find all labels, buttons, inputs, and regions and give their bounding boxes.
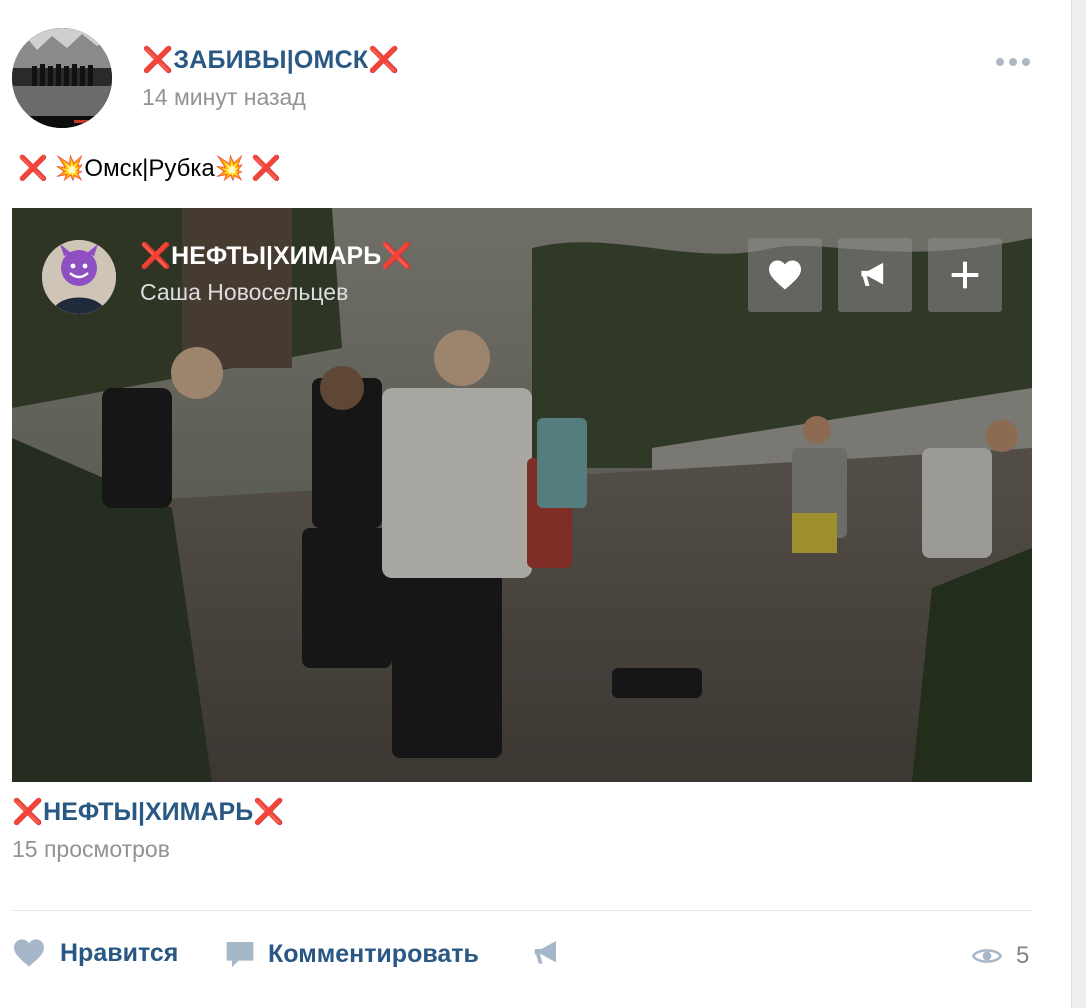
heart-icon bbox=[769, 260, 801, 290]
megaphone-icon bbox=[534, 941, 556, 964]
comment-label: Комментировать bbox=[268, 939, 479, 968]
cross-mark: ❌ bbox=[142, 46, 174, 74]
community-name: ЗАБИВЫ|ОМСК bbox=[173, 46, 369, 74]
video-channel-name[interactable]: ❌НЕФТЫ|ХИМАРЬ❌ bbox=[140, 242, 412, 271]
video-title-label: НЕФТЫ|ХИМАРЬ bbox=[43, 798, 254, 826]
like-button[interactable]: Нравится bbox=[12, 938, 178, 968]
share-button[interactable] bbox=[532, 938, 564, 968]
cross-mark: ❌ bbox=[381, 242, 413, 270]
community-avatar[interactable] bbox=[12, 28, 112, 128]
cross-mark: ❌ bbox=[140, 242, 172, 270]
video-add-button[interactable] bbox=[928, 238, 1002, 312]
video-title-link[interactable]: ❌НЕФТЫ|ХИМАРЬ❌ bbox=[12, 798, 284, 827]
like-label: Нравится bbox=[60, 938, 179, 967]
comment-button[interactable]: Комментировать bbox=[224, 938, 479, 970]
post-view-count: 5 bbox=[972, 942, 1029, 970]
video-author-avatar[interactable] bbox=[42, 240, 116, 314]
eye-icon bbox=[972, 949, 1002, 963]
post-divider bbox=[12, 910, 1032, 911]
video-author-name[interactable]: Саша Новосельцев bbox=[140, 279, 348, 306]
heart-icon bbox=[14, 939, 44, 967]
post-text: ❌ 💥Омск|Рубка💥 ❌ bbox=[18, 155, 282, 182]
video-views: 15 просмотров bbox=[12, 836, 170, 862]
cross-mark: ❌ bbox=[368, 46, 400, 74]
megaphone-icon bbox=[861, 262, 884, 286]
page-scroll-edge bbox=[1071, 0, 1086, 1008]
plus-icon bbox=[951, 261, 979, 289]
video-share-button[interactable] bbox=[838, 238, 912, 312]
more-options-icon[interactable] bbox=[996, 58, 1030, 66]
view-count-number: 5 bbox=[1016, 942, 1030, 969]
community-name-link[interactable]: ❌ЗАБИВЫ|ОМСК❌ bbox=[142, 46, 400, 75]
video-player[interactable]: ❌НЕФТЫ|ХИМАРЬ❌ Саша Новосельцев bbox=[12, 208, 1032, 782]
cross-mark: ❌ bbox=[12, 798, 44, 826]
comment-icon bbox=[226, 942, 254, 968]
post-time[interactable]: 14 минут назад bbox=[142, 84, 306, 111]
video-like-button[interactable] bbox=[748, 238, 822, 312]
video-channel-label: НЕФТЫ|ХИМАРЬ bbox=[171, 242, 382, 270]
cross-mark: ❌ bbox=[253, 798, 285, 826]
